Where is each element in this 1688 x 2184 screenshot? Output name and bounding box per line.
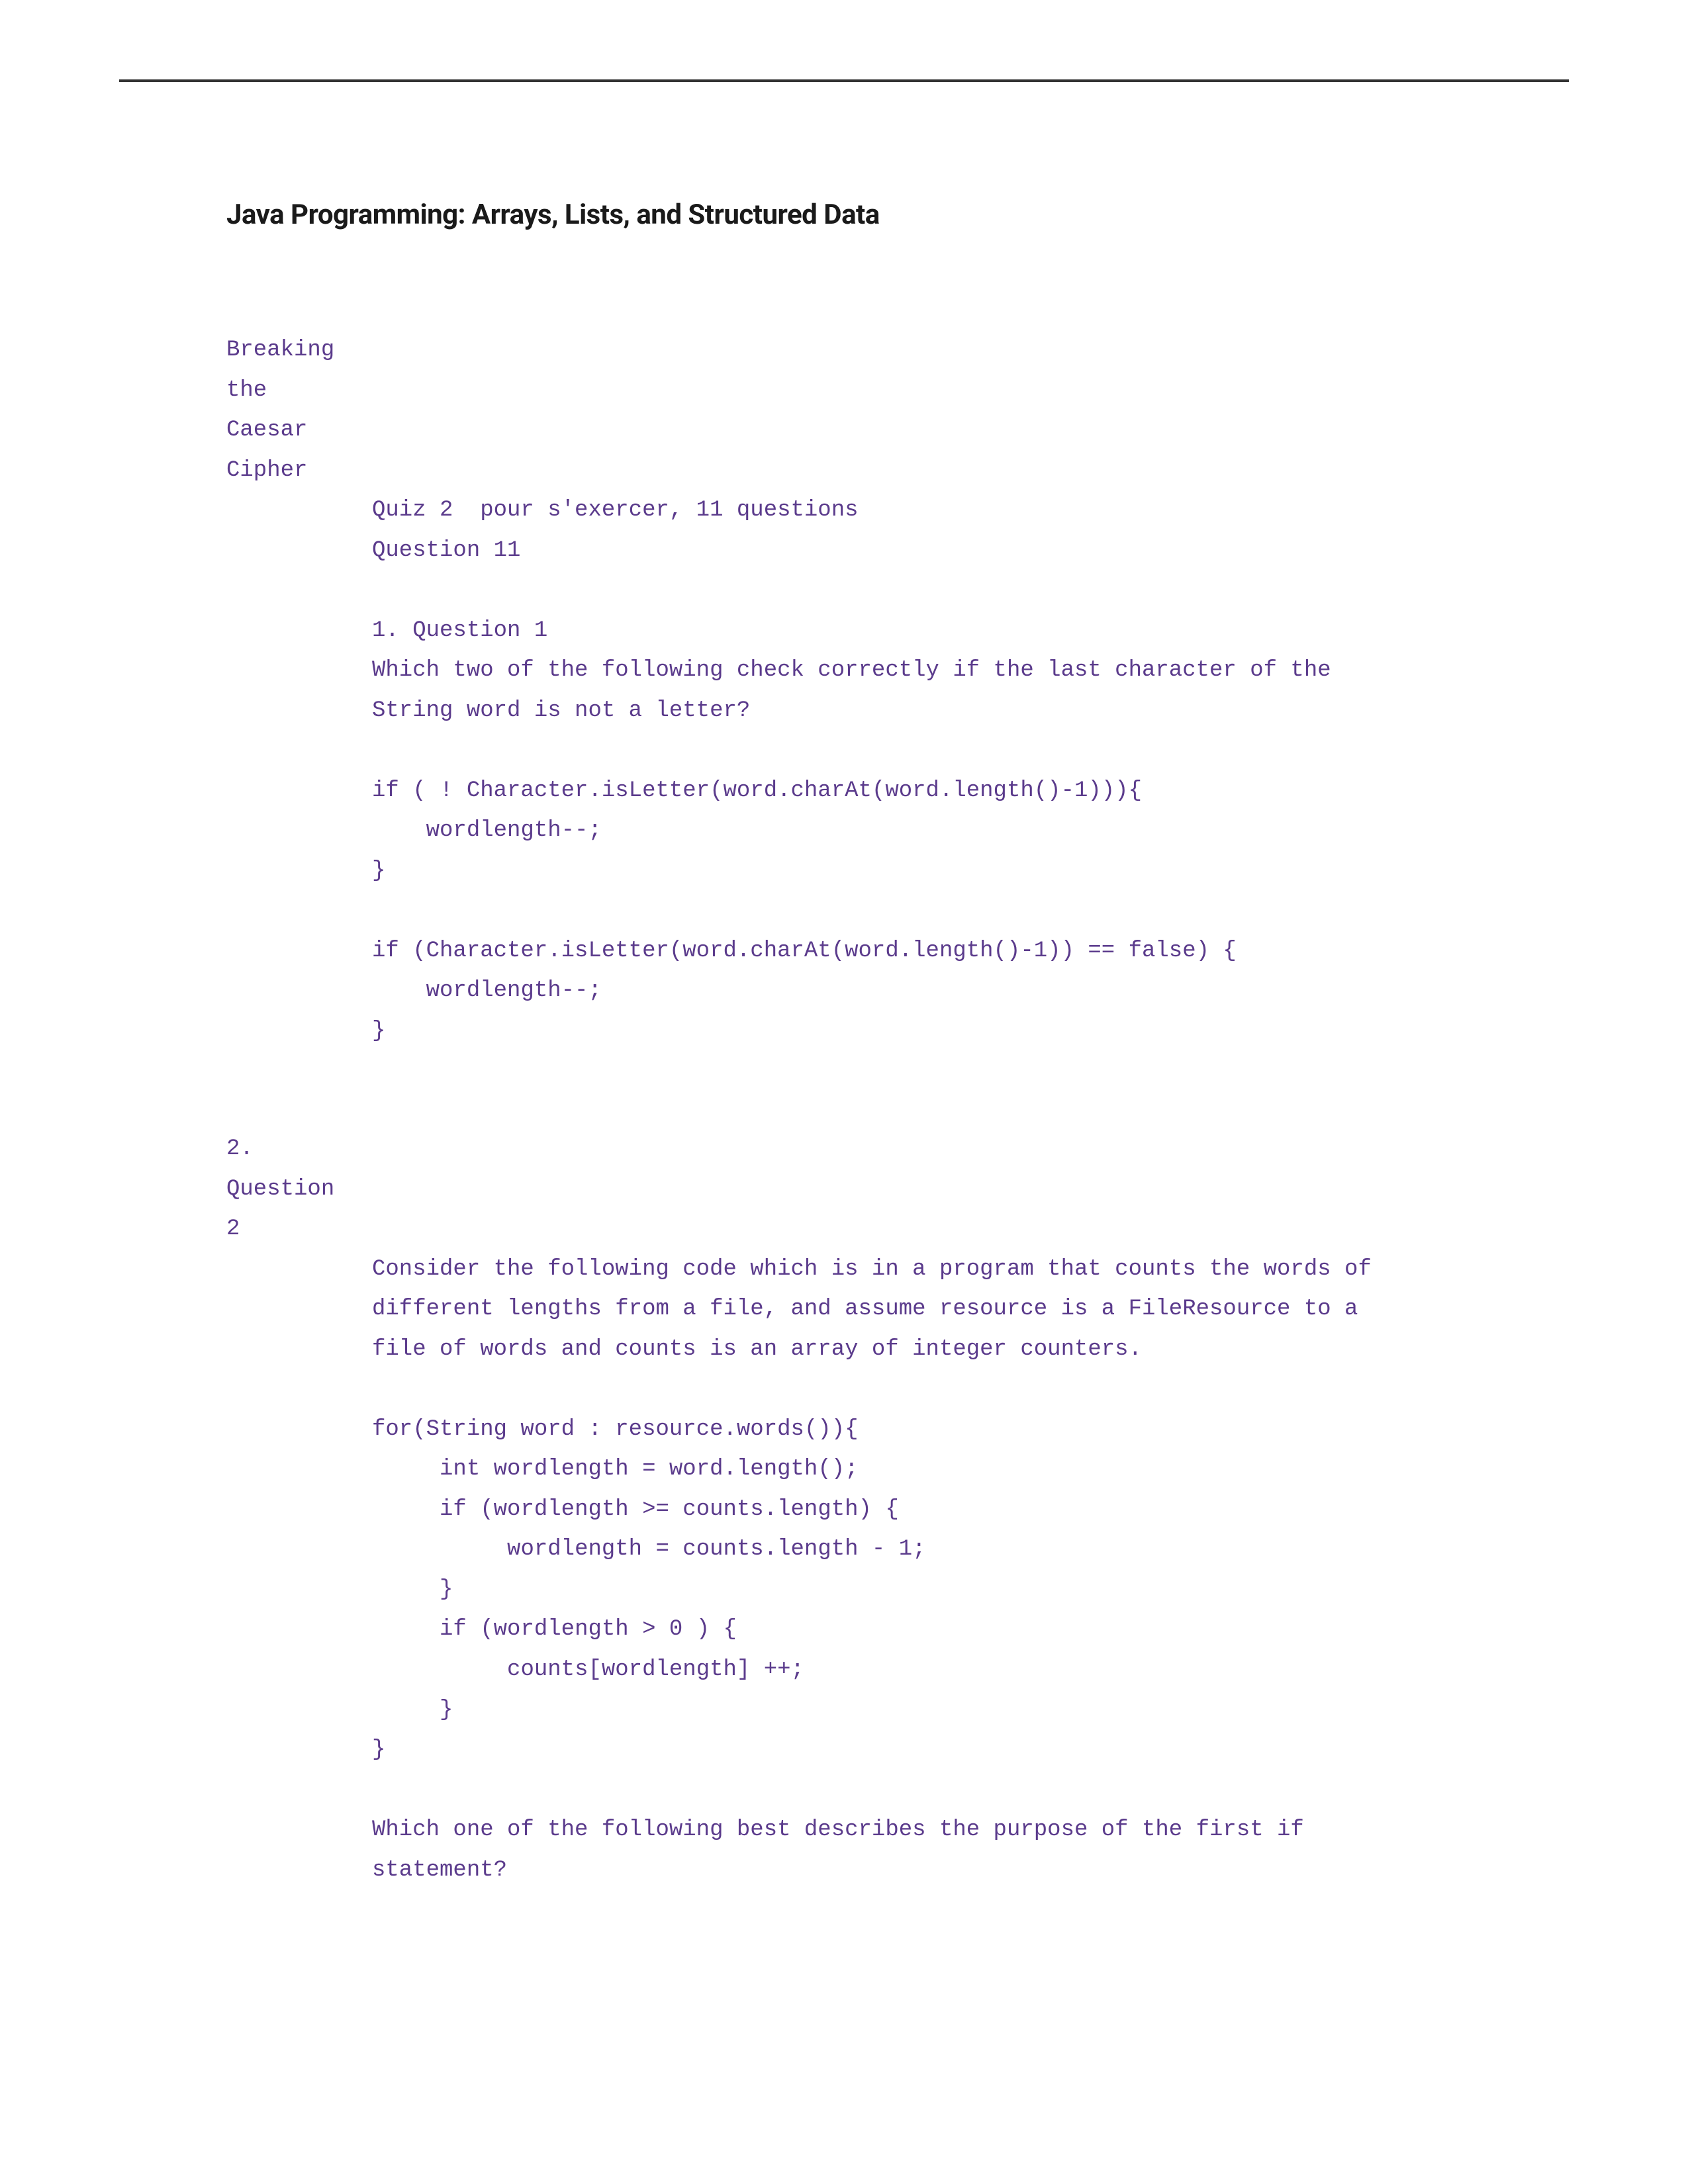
section-label-1: Breaking the Caesar Cipher: [226, 330, 372, 490]
section-label-2: 2. Question 2: [226, 1129, 372, 1250]
document-content: Java Programming: Arrays, Lists, and Str…: [226, 199, 1462, 1890]
section-breaking-cipher: Breaking the Caesar Cipher Quiz 2 pour s…: [226, 330, 1462, 1051]
horizontal-rule: [119, 79, 1569, 82]
section-body-2: Consider the following code which is in …: [372, 1129, 1462, 1890]
spacer: [226, 1051, 1462, 1091]
section-body-1: Quiz 2 pour s'exercer, 11 questions Ques…: [372, 330, 1462, 1051]
page-title: Java Programming: Arrays, Lists, and Str…: [226, 199, 1462, 231]
spacer: [226, 1091, 1462, 1129]
section-question-2: 2. Question 2 Consider the following cod…: [226, 1129, 1462, 1890]
